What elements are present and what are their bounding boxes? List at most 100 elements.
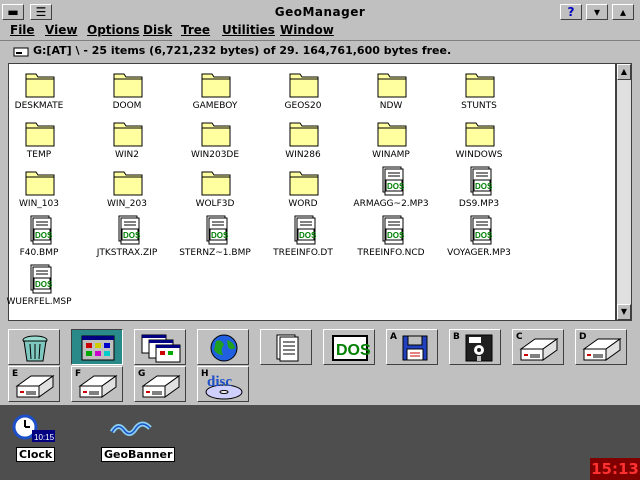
file-view[interactable]: DESKMATE DOOM GAMEBOY GEOS20 NDW STUNTS … <box>6 63 616 321</box>
hard-drive-icon <box>582 338 622 361</box>
help-button[interactable]: ? <box>560 4 582 20</box>
file-name-label: WIN286 <box>285 150 321 160</box>
toolbar-button-globe[interactable] <box>197 329 249 365</box>
svg-text:DOS: DOS <box>387 231 405 240</box>
document-icon <box>276 334 299 362</box>
dos-file-icon: DOS <box>30 264 53 294</box>
file-name-label: WOLF3D <box>195 199 235 209</box>
path-status-text: G:[AT] \ - 25 items (6,721,232 bytes) of… <box>33 44 452 57</box>
banner-icon <box>109 421 152 436</box>
toolbar-button-document[interactable] <box>260 329 312 365</box>
folder-item[interactable]: WINAMP <box>347 117 435 165</box>
folder-item[interactable]: DOOM <box>83 68 171 116</box>
menu-tree[interactable]: Tree <box>181 23 210 37</box>
file-name-label: VOYAGER.MP3 <box>447 248 511 258</box>
file-name-label: TREEINFO.NCD <box>357 248 425 258</box>
menu-bar: File View Options Disk Tree Utilities Wi… <box>0 22 640 41</box>
file-name-label: TEMP <box>26 150 52 160</box>
toolbar-button-grid-view[interactable] <box>71 329 123 365</box>
file-item[interactable]: DOS ARMAGG~2.MP3 <box>347 166 435 214</box>
clock-app-icon[interactable]: 10:15 <box>12 414 56 448</box>
menu-file[interactable]: File <box>10 23 35 37</box>
folder-item[interactable]: WORD <box>259 166 347 214</box>
file-name-label: WIN2 <box>114 150 139 160</box>
file-item[interactable]: DOS JTKSTRAX.ZIP <box>83 215 171 263</box>
file-item[interactable]: DOS TREEINFO.NCD <box>347 215 435 263</box>
file-item[interactable]: DOS STERNZ~1.BMP <box>171 215 259 263</box>
menu-disk[interactable]: Disk <box>143 23 172 37</box>
folder-icon <box>113 171 143 196</box>
vertical-scrollbar[interactable]: ▲ ▼ <box>616 63 632 321</box>
folder-icon <box>289 122 319 147</box>
toolbar-button-overlap-windows[interactable] <box>134 329 186 365</box>
hard-drive-icon <box>78 375 118 398</box>
scroll-down-arrow-icon[interactable]: ▼ <box>617 304 631 320</box>
file-item[interactable]: DOS VOYAGER.MP3 <box>435 215 523 263</box>
folder-item[interactable]: GEOS20 <box>259 68 347 116</box>
clock-icon-time: 10:15 <box>34 433 55 442</box>
system-clock: 15:13 <box>590 458 640 480</box>
folder-item[interactable]: DESKMATE <box>0 68 83 116</box>
folder-item[interactable]: WIN203DE <box>171 117 259 165</box>
file-item[interactable]: DOS WUERFEL.MSP <box>0 264 83 312</box>
folder-item[interactable]: WIN2 <box>83 117 171 165</box>
menu-utilities[interactable]: Utilities <box>222 23 275 37</box>
menu-window[interactable]: Window <box>280 23 334 37</box>
menu-view[interactable]: View <box>45 23 77 37</box>
maximize-button[interactable]: ▴ <box>612 4 634 20</box>
file-name-label: WORD <box>288 199 318 209</box>
folder-icon <box>465 73 495 98</box>
folder-item[interactable]: WIN286 <box>259 117 347 165</box>
folder-item[interactable]: WOLF3D <box>171 166 259 214</box>
toolbar-button-hard-drive-e[interactable]: E <box>8 366 60 402</box>
scroll-up-arrow-icon[interactable]: ▲ <box>617 64 631 80</box>
minimize-button[interactable]: ▾ <box>586 4 608 20</box>
folder-item[interactable]: WINDOWS <box>435 117 523 165</box>
toolbar-button-wastebasket[interactable] <box>8 329 60 365</box>
dos-file-icon: DOS <box>382 215 405 245</box>
toolbar-button-dos[interactable]: DOS <box>323 329 375 365</box>
toolbar-button-hard-drive-c[interactable]: C <box>512 329 564 365</box>
toolbar-button-hard-drive-g[interactable]: G <box>134 366 186 402</box>
file-name-label: TREEINFO.DT <box>273 248 333 258</box>
dos-file-icon: DOS <box>30 215 53 245</box>
file-item[interactable]: DOS DS9.MP3 <box>435 166 523 214</box>
toolbar-button-cd-disc-h[interactable]: H disc <box>197 366 249 402</box>
hard-drive-icon <box>519 338 559 361</box>
folder-icon <box>25 122 55 147</box>
folder-item[interactable]: NDW <box>347 68 435 116</box>
toolbar-button-hard-drive-d[interactable]: D <box>575 329 627 365</box>
grid-view-icon <box>81 335 115 361</box>
folder-item[interactable]: WIN_203 <box>83 166 171 214</box>
geobanner-app-icon[interactable] <box>109 418 154 444</box>
floppy-525-icon <box>465 334 493 362</box>
svg-text:disc: disc <box>207 374 232 390</box>
clock-label[interactable]: Clock <box>16 447 56 462</box>
folder-item[interactable]: STUNTS <box>435 68 523 116</box>
svg-text:DOS: DOS <box>211 231 229 240</box>
svg-text:DOS: DOS <box>35 280 53 289</box>
folder-icon <box>289 73 319 98</box>
file-item[interactable]: DOS F40.BMP <box>0 215 83 263</box>
folder-item[interactable]: GAMEBOY <box>171 68 259 116</box>
title-bar[interactable]: ▬ ☰ GeoManager ? ▾ ▴ <box>0 3 640 23</box>
dos-file-icon: DOS <box>294 215 317 245</box>
file-name-label: STERNZ~1.BMP <box>179 248 251 258</box>
svg-text:DOS: DOS <box>475 182 493 191</box>
toolbar-button-floppy-525-b[interactable]: B <box>449 329 501 365</box>
file-name-label: DS9.MP3 <box>458 199 500 209</box>
folder-item[interactable]: WIN_103 <box>0 166 83 214</box>
path-bar: G:[AT] \ - 25 items (6,721,232 bytes) of… <box>0 41 640 61</box>
geobanner-label[interactable]: GeoBanner <box>101 447 176 462</box>
file-item[interactable]: DOS TREEINFO.DT <box>259 215 347 263</box>
svg-text:DOS: DOS <box>336 342 370 359</box>
dos-file-icon: DOS <box>470 166 493 196</box>
toolbar-button-floppy-35-a[interactable]: A <box>386 329 438 365</box>
menu-options[interactable]: Options <box>87 23 140 37</box>
folder-item[interactable]: TEMP <box>0 117 83 165</box>
svg-text:DOS: DOS <box>387 182 405 191</box>
toolbar-button-hard-drive-f[interactable]: F <box>71 366 123 402</box>
file-name-label: WINAMP <box>372 150 410 160</box>
folder-icon <box>377 122 407 147</box>
drive-small-icon <box>13 47 29 57</box>
